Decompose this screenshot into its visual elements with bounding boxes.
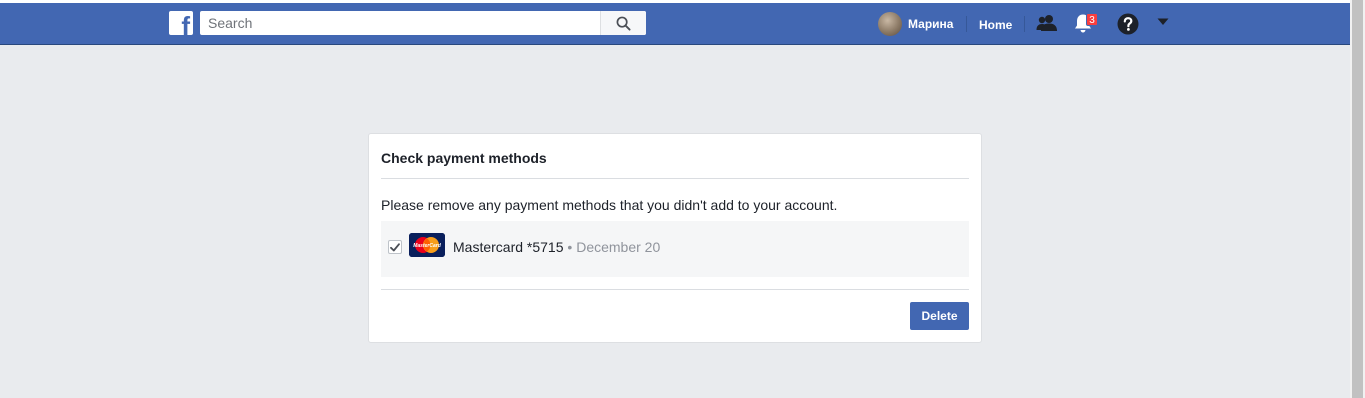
payment-method-date: December 20 <box>576 239 661 255</box>
facebook-logo-icon[interactable]: f <box>169 11 193 35</box>
payment-method-label: Mastercard *5715 • December 20 <box>453 239 660 255</box>
search-button[interactable] <box>600 11 646 35</box>
question-icon <box>1117 13 1139 35</box>
divider <box>381 178 969 179</box>
payment-method-row[interactable]: MasterCard Mastercard *5715 • December 2… <box>381 221 969 277</box>
friends-button[interactable] <box>1036 12 1058 34</box>
separator-dot: • <box>567 239 573 255</box>
profile-link[interactable]: Марина <box>878 11 953 37</box>
check-payment-methods-dialog: Check payment methods Please remove any … <box>368 133 982 343</box>
scrollbar-thumb[interactable] <box>1352 0 1363 398</box>
payment-method-checkbox[interactable] <box>388 240 402 254</box>
friends-icon <box>1036 15 1057 31</box>
search-icon <box>616 16 631 31</box>
dialog-title: Check payment methods <box>381 150 547 166</box>
search-input[interactable] <box>200 11 600 35</box>
delete-button[interactable]: Delete <box>910 302 969 330</box>
mastercard-icon: MasterCard <box>409 233 445 257</box>
dialog-description: Please remove any payment methods that y… <box>381 197 838 213</box>
help-button[interactable] <box>1116 12 1140 36</box>
notification-count-badge: 3 <box>1086 13 1098 26</box>
account-menu-button[interactable] <box>1156 17 1170 27</box>
nav-divider <box>1024 16 1025 32</box>
divider <box>381 289 969 290</box>
home-link[interactable]: Home <box>979 18 1012 32</box>
checkmark-icon <box>390 242 400 251</box>
avatar <box>878 12 902 36</box>
top-navigation-bar: f Марина Home 3 <box>0 3 1350 45</box>
mastercard-icon-text: MasterCard <box>413 243 441 249</box>
profile-name: Марина <box>908 17 954 31</box>
payment-method-name: Mastercard *5715 <box>453 239 564 255</box>
nav-divider <box>966 16 967 32</box>
caret-down-icon <box>1157 18 1169 25</box>
facebook-logo-glyph: f <box>181 11 190 35</box>
search-bar <box>200 11 646 35</box>
